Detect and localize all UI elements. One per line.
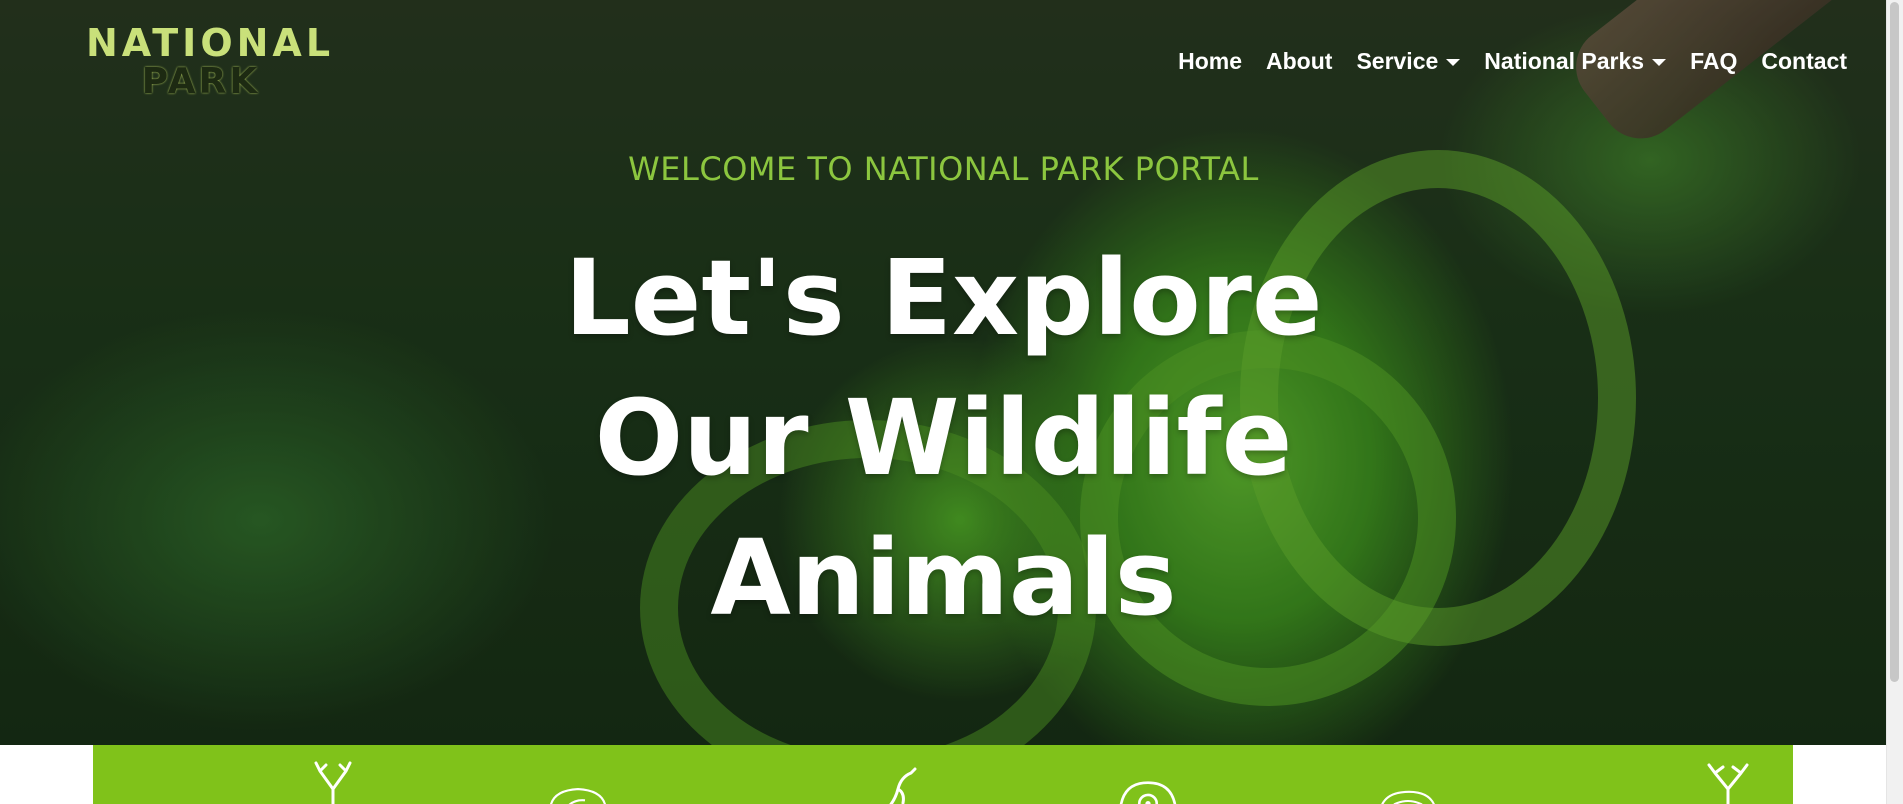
nav-contact-label: Contact [1761,48,1847,74]
hero-headline: Let's Explore Our Wildlife Animals [0,228,1887,648]
scrollbar-thumb[interactable] [1890,2,1899,682]
nav-service-dropdown[interactable]: Service [1356,48,1461,75]
snail-icon [1119,781,1177,804]
fish-icon [1381,790,1435,804]
nav-national-parks-dropdown[interactable]: National Parks [1484,48,1667,75]
nav-contact[interactable]: Contact [1761,48,1847,75]
caret-down-icon [1652,59,1667,66]
main-nav: Home About Service National Parks FAQ Co… [1178,48,1847,75]
headline-line1: Let's Explore [564,237,1323,359]
caret-down-icon [1446,59,1461,66]
nav-faq[interactable]: FAQ [1690,48,1737,75]
nav-home-label: Home [1178,48,1243,74]
antlers-icon [1707,763,1749,804]
nav-about-label: About [1266,48,1333,74]
site-logo[interactable]: NATIONAL PARK [86,21,335,102]
feature-bar [93,745,1793,804]
bird-icon [889,767,917,804]
page: NATIONAL PARK Home About Service Nationa… [0,0,1903,804]
hero-banner: NATIONAL PARK Home About Service Nationa… [0,0,1887,745]
page-scrollbar[interactable] [1886,0,1903,804]
headline-line2: Our Wildlife [594,377,1293,499]
turtle-icon [550,788,606,804]
nav-service-label: Service [1356,48,1439,74]
logo-line2: PARK [141,61,261,102]
hero-welcome-text: WELCOME TO NATIONAL PARK PORTAL [628,150,1259,188]
nav-home[interactable]: Home [1178,48,1242,75]
logo-line1: NATIONAL [86,21,335,65]
headline-line3: Animals [710,517,1177,639]
deer-icon [314,761,352,804]
nav-national-parks-label: National Parks [1484,48,1645,74]
nav-faq-label: FAQ [1690,48,1738,74]
nav-about[interactable]: About [1266,48,1332,75]
